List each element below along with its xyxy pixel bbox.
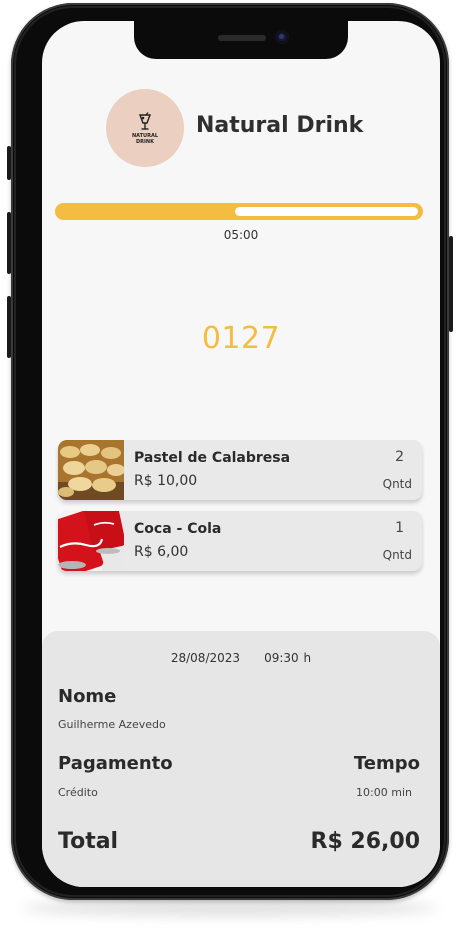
drink-glass-icon: [138, 111, 152, 130]
quantity-label: Qntd: [382, 548, 412, 562]
power-button: [449, 236, 453, 332]
pastel-image: [58, 440, 124, 500]
item-price: R$ 10,00: [134, 473, 198, 489]
phone-inner: NATURAL DRINK Natural Drink 05:00 0127 P…: [11, 3, 449, 900]
logo-text: NATURAL DRINK: [131, 132, 159, 145]
coca-cola-image: [58, 511, 124, 571]
item-quantity: 1: [395, 520, 404, 536]
front-camera: [275, 30, 289, 44]
order-progress-bar: [55, 203, 423, 220]
store-logo: NATURAL DRINK: [106, 89, 184, 167]
item-quantity: 2: [395, 449, 404, 465]
payment-label: Pagamento: [58, 753, 173, 774]
total-label: Total: [58, 829, 119, 854]
order-summary-panel: 28/08/2023 09:30 h Nome Guilherme Azeved…: [42, 631, 440, 887]
total-value: R$ 26,00: [310, 829, 421, 854]
prep-time: 10:00 min: [356, 786, 412, 799]
screen: NATURAL DRINK Natural Drink 05:00 0127 P…: [42, 21, 440, 887]
timer-text: 05:00: [223, 228, 259, 242]
order-number: 0127: [201, 321, 281, 356]
order-time: 09:30 h: [264, 651, 312, 665]
item-name: Coca - Cola: [134, 521, 222, 537]
item-price: R$ 6,00: [134, 544, 189, 560]
order-datetime: 28/08/2023 09:30 h: [42, 651, 440, 665]
order-date: 28/08/2023: [170, 651, 241, 665]
name-label: Nome: [58, 686, 117, 707]
customer-name: Guilherme Azevedo: [58, 718, 166, 731]
payment-method: Crédito: [58, 786, 98, 799]
time-label: Tempo: [353, 753, 420, 774]
phone-shadow: [22, 900, 438, 916]
order-item[interactable]: Coca - Cola R$ 6,00 1 Qntd: [58, 511, 422, 571]
store-name: Natural Drink: [196, 113, 364, 138]
progress-remaining: [235, 207, 418, 216]
notch: [134, 21, 348, 59]
speaker-grille: [218, 35, 266, 41]
item-name: Pastel de Calabresa: [134, 450, 291, 466]
quantity-label: Qntd: [382, 477, 412, 491]
order-item[interactable]: Pastel de Calabresa R$ 10,00 2 Qntd: [58, 440, 422, 500]
